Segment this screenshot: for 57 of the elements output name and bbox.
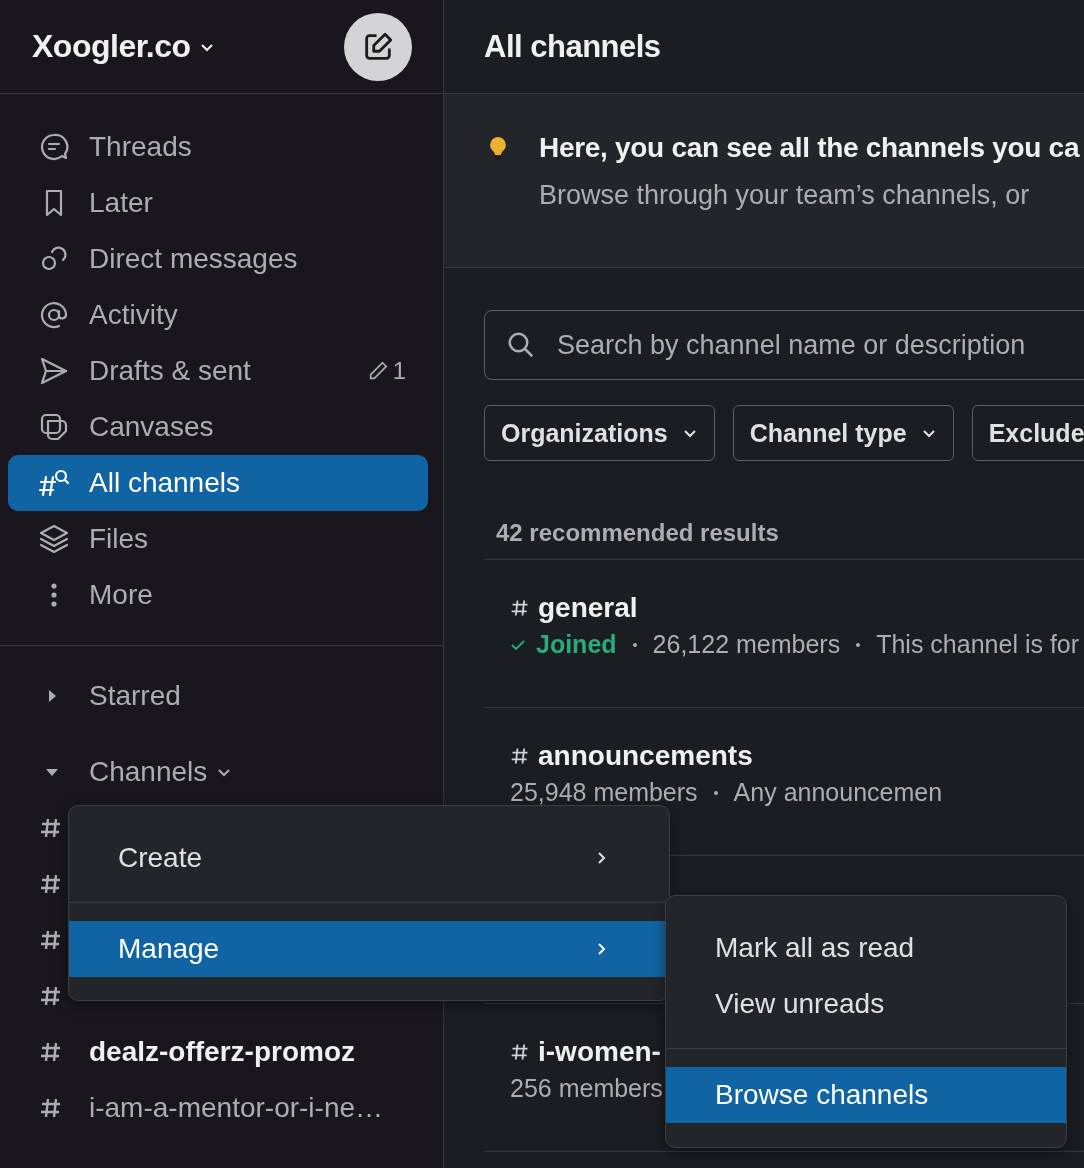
member-count: 256 members bbox=[510, 1074, 663, 1103]
channel-name[interactable]: general bbox=[538, 592, 638, 624]
nav-item[interactable]: Direct messages bbox=[8, 231, 428, 287]
channel-item[interactable]: i-am-a-mentor-or-i-ne… bbox=[89, 1092, 384, 1124]
at-sign-icon bbox=[38, 299, 70, 331]
section-header[interactable]: Channels bbox=[0, 744, 443, 800]
menu-item[interactable]: Browse channels bbox=[666, 1067, 1066, 1123]
hash-icon bbox=[39, 1040, 63, 1064]
paper-plane-icon bbox=[38, 355, 70, 387]
dot-separator-icon bbox=[713, 790, 718, 795]
search-icon bbox=[506, 330, 536, 360]
hash-icon bbox=[39, 928, 63, 952]
banner-text: Browse through your team’s channels, or bbox=[539, 180, 1031, 211]
nav-item[interactable]: Later bbox=[8, 175, 428, 231]
search-field[interactable]: Search by channel name or description bbox=[484, 310, 1084, 380]
speech-bubble-icon bbox=[38, 131, 70, 163]
nav-item[interactable]: Threads bbox=[8, 119, 428, 175]
banner-title: Here, you can see all the channels you ca bbox=[539, 132, 1080, 164]
layers-icon bbox=[38, 523, 70, 555]
channel-description: Any announcemen bbox=[733, 778, 943, 807]
filter-dropdown[interactable]: Channel type bbox=[732, 405, 954, 461]
hash-icon bbox=[39, 816, 63, 840]
hash-icon bbox=[510, 1042, 530, 1062]
nav-item[interactable]: Canvases bbox=[8, 399, 428, 455]
filter-dropdown[interactable]: Exclude bbox=[971, 405, 1084, 461]
joined-status: Joined bbox=[536, 630, 617, 659]
channel-name[interactable]: announcements bbox=[538, 740, 753, 772]
nav-item[interactable]: All channels bbox=[8, 455, 428, 511]
member-count: 26,122 members bbox=[652, 630, 841, 659]
hash-search-icon bbox=[38, 467, 70, 499]
nav-item[interactable]: Files bbox=[8, 511, 428, 567]
hash-icon bbox=[510, 746, 530, 766]
menu-item[interactable]: Mark all as read bbox=[666, 920, 1066, 976]
more-icon bbox=[51, 583, 57, 607]
result-count: 42 recommended results bbox=[484, 519, 1084, 560]
filter-dropdown[interactable]: Organizations bbox=[484, 405, 715, 461]
channel-description: This channel is for bbox=[876, 630, 1080, 659]
menu-item[interactable]: View unreads bbox=[666, 976, 1066, 1032]
nav-item[interactable]: More bbox=[8, 567, 428, 623]
menu-item[interactable]: Create bbox=[69, 830, 669, 886]
hash-icon bbox=[39, 984, 63, 1008]
hash-icon bbox=[510, 598, 530, 618]
nav-item[interactable]: Activity bbox=[8, 287, 428, 343]
hash-icon bbox=[39, 872, 63, 896]
draft-count: 1 bbox=[366, 357, 406, 385]
hash-icon bbox=[39, 1096, 63, 1120]
lightbulb-icon bbox=[488, 135, 508, 163]
channel-item[interactable]: dealz-offerz-promoz bbox=[89, 1036, 355, 1068]
member-count: 25,948 members bbox=[510, 778, 698, 807]
dot-separator-icon bbox=[632, 642, 637, 647]
section-header[interactable]: Starred bbox=[0, 668, 443, 724]
dot-separator-icon bbox=[856, 642, 861, 647]
workspace-switcher[interactable]: Xoogler.co bbox=[32, 28, 215, 65]
channel-name[interactable]: i-women- bbox=[538, 1036, 661, 1068]
nav-item[interactable]: Drafts & sent 1 bbox=[8, 343, 428, 399]
pages-icon bbox=[38, 411, 70, 443]
page-title: All channels bbox=[484, 28, 661, 65]
